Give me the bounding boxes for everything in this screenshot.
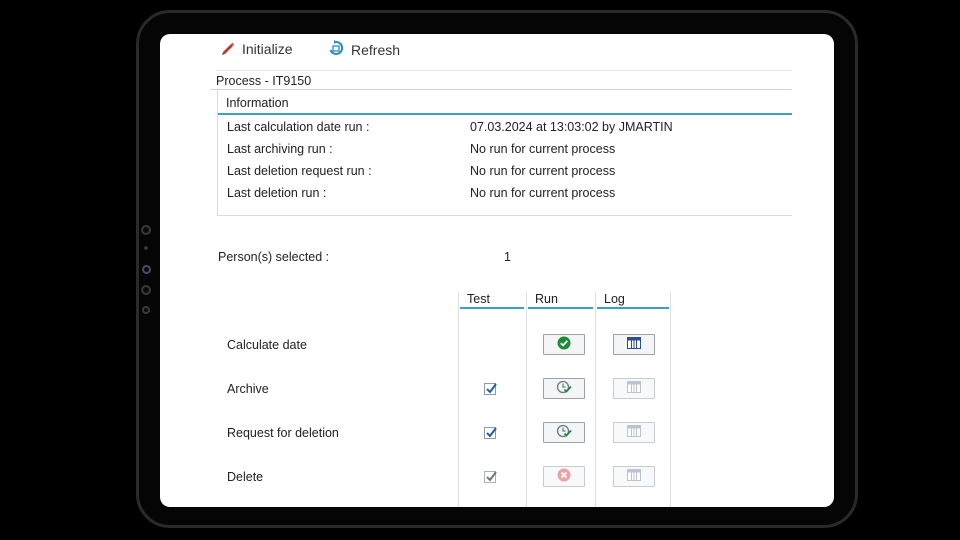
tablet-side-button <box>141 285 151 295</box>
page-title: Process - IT9150 <box>216 74 312 88</box>
info-label-archiving: Last archiving run : <box>227 142 333 156</box>
test-archive-checkbox[interactable] <box>484 383 497 395</box>
information-group: Information Last calculation date run : … <box>217 90 792 216</box>
log-table-icon <box>627 381 641 396</box>
execute-clock-icon <box>556 379 572 398</box>
error-circle-icon <box>557 468 571 485</box>
run-request-deletion-button[interactable] <box>543 422 585 443</box>
grid-column-divider <box>458 292 459 507</box>
information-header: Information <box>226 96 289 110</box>
grid-column-divider <box>526 292 527 507</box>
log-request-deletion-button[interactable] <box>613 422 655 443</box>
application-toolbar: Initialize Refresh <box>160 34 834 64</box>
column-header-line <box>528 307 593 309</box>
info-value-archiving: No run for current process <box>470 142 616 156</box>
log-archive-button[interactable] <box>613 378 655 399</box>
run-archive-button[interactable] <box>543 378 585 399</box>
information-header-line <box>218 113 792 115</box>
persons-selected-label: Person(s) selected : <box>218 250 330 264</box>
tablet-side-button <box>142 306 150 314</box>
row-label-archive: Archive <box>227 382 269 396</box>
info-value-deletion-request: No run for current process <box>470 164 616 178</box>
log-table-icon <box>627 337 641 352</box>
persons-selected-count: 1 <box>504 250 511 264</box>
initialize-label: Initialize <box>242 40 293 57</box>
row-label-delete: Delete <box>227 470 264 484</box>
log-calculate-date-button[interactable] <box>613 334 655 355</box>
run-calculate-date-button[interactable] <box>543 334 585 355</box>
check-circle-icon <box>557 336 571 353</box>
pencil-icon <box>220 39 236 58</box>
initialize-button[interactable]: Initialize <box>220 39 293 58</box>
tablet-side-button <box>141 225 151 235</box>
log-table-icon <box>627 425 641 440</box>
log-table-icon <box>627 469 641 484</box>
column-header-line <box>460 307 524 309</box>
refresh-label: Refresh <box>351 41 401 58</box>
info-label-deletion-request: Last deletion request run : <box>227 164 372 178</box>
run-delete-button[interactable] <box>543 466 585 487</box>
test-delete-checkbox[interactable] <box>484 471 497 483</box>
row-label-calculate-date: Calculate date <box>227 338 307 352</box>
grid-column-divider <box>670 292 671 507</box>
info-label-calculation: Last calculation date run : <box>227 120 370 134</box>
test-request-deletion-checkbox[interactable] <box>484 427 497 439</box>
refresh-icon <box>327 39 345 60</box>
grid-column-divider <box>595 292 596 507</box>
execute-clock-icon <box>556 423 572 442</box>
toolbar-divider <box>216 70 792 71</box>
info-value-calculation: 07.03.2024 at 13:03:02 by JMARTIN <box>470 120 673 134</box>
refresh-button[interactable]: Refresh <box>327 39 400 60</box>
tablet-side-button <box>142 265 151 274</box>
tablet-camera <box>144 246 148 250</box>
info-label-deletion: Last deletion run : <box>227 186 327 200</box>
info-value-deletion: No run for current process <box>470 186 616 200</box>
row-label-request-for-deletion: Request for deletion <box>227 426 339 440</box>
column-header-line <box>597 307 669 309</box>
sap-screen: Initialize Refresh Process - IT9150 Info… <box>160 34 834 507</box>
log-delete-button[interactable] <box>613 466 655 487</box>
